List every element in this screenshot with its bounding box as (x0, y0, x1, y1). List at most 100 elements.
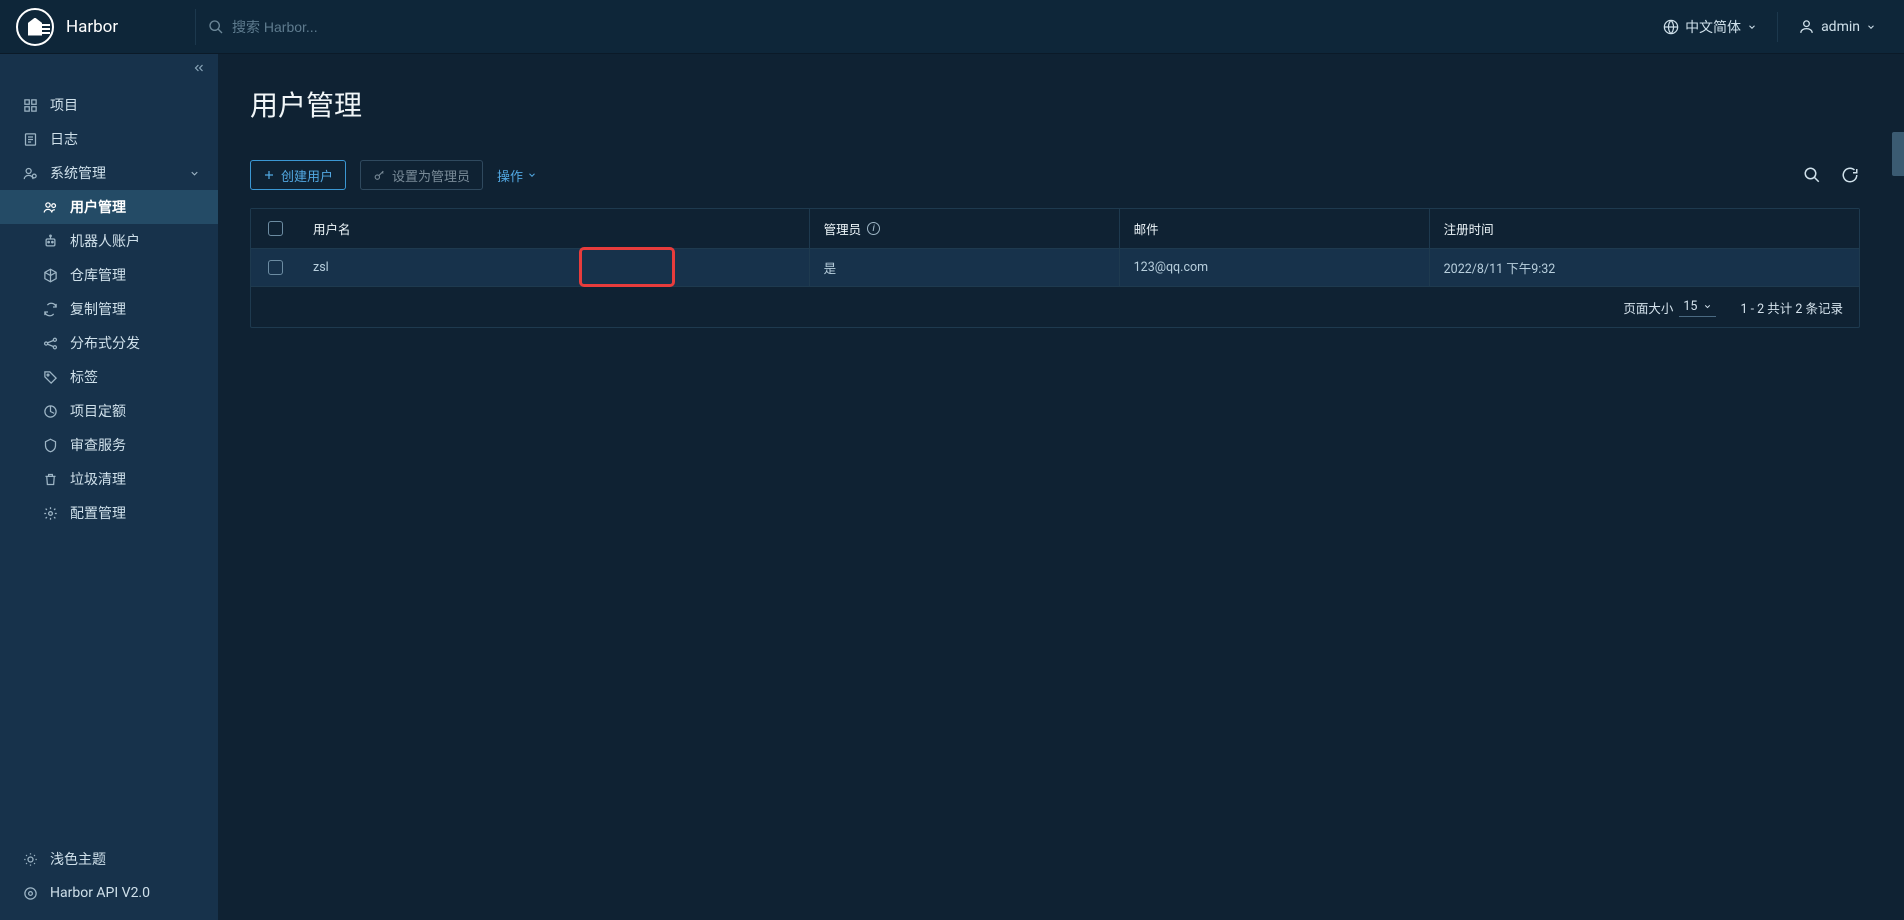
layout: 项目 日志 系统管理 用户管理 机器人账户 仓库管理 (0, 54, 1904, 920)
pagination-range: 1 - 2 共计 2 条记录 (1740, 298, 1843, 317)
labels-icon (42, 369, 58, 385)
config-icon (42, 505, 58, 521)
nav-label: 标签 (70, 367, 98, 387)
main-content: 用户管理 创建用户 设置为管理员 操作 (218, 54, 1904, 920)
column-regtime[interactable]: 注册时间 (1430, 209, 1859, 248)
harbor-logo-icon (16, 8, 54, 46)
nav-label: 复制管理 (70, 299, 126, 319)
button-label: 创建用户 (281, 166, 333, 185)
sidebar-nav: 项目 日志 系统管理 用户管理 机器人账户 仓库管理 (0, 82, 218, 842)
logs-icon (22, 131, 38, 147)
page-size-selector: 页面大小 15 (1623, 297, 1716, 317)
key-icon (373, 169, 386, 182)
robot-icon (42, 233, 58, 249)
divider (195, 9, 196, 45)
globe-icon (1663, 19, 1679, 35)
sidebar-item-admin[interactable]: 系统管理 (0, 156, 218, 190)
chevron-down-icon (1866, 22, 1876, 32)
user-label: admin (1821, 19, 1860, 35)
table-row[interactable]: zsl 是 123@qq.com 2022/8/11 下午9:32 (251, 249, 1859, 287)
user-menu[interactable]: admin (1786, 10, 1888, 43)
nav-label: 机器人账户 (70, 231, 140, 251)
quota-icon (42, 403, 58, 419)
chevron-down-icon (1747, 22, 1757, 32)
projects-icon (22, 97, 38, 113)
cell-admin: 是 (810, 249, 1120, 286)
sidebar-footer: 浅色主题 Harbor API V2.0 (0, 842, 218, 920)
sidebar-item-projects[interactable]: 项目 (0, 88, 218, 122)
nav-label: 分布式分发 (70, 333, 140, 353)
chevron-down-icon (189, 168, 200, 179)
cell-email: 123@qq.com (1120, 249, 1430, 286)
create-user-button[interactable]: 创建用户 (250, 160, 346, 190)
registry-icon (42, 267, 58, 283)
nav-label: 仓库管理 (70, 265, 126, 285)
cell-regtime: 2022/8/11 下午9:32 (1430, 249, 1859, 286)
page-size-value: 15 (1683, 299, 1697, 314)
admin-icon (22, 165, 38, 181)
nav-label: 项目定额 (70, 401, 126, 421)
sidebar-item-distribution[interactable]: 分布式分发 (0, 326, 218, 360)
sidebar: 项目 日志 系统管理 用户管理 机器人账户 仓库管理 (0, 54, 218, 920)
collapse-icon (192, 61, 206, 75)
sidebar-item-config[interactable]: 配置管理 (0, 496, 218, 530)
sidebar-item-theme[interactable]: 浅色主题 (0, 842, 218, 876)
language-selector[interactable]: 中文简体 (1651, 9, 1769, 45)
info-icon[interactable]: i (867, 222, 880, 235)
button-label: 设置为管理员 (392, 166, 470, 185)
table-footer: 页面大小 15 1 - 2 共计 2 条记录 (251, 287, 1859, 327)
select-all-cell (251, 209, 299, 248)
nav-label: 日志 (50, 129, 78, 149)
set-admin-button[interactable]: 设置为管理员 (360, 160, 483, 190)
sidebar-item-gc[interactable]: 垃圾清理 (0, 462, 218, 496)
theme-icon (22, 851, 38, 867)
sidebar-item-robot[interactable]: 机器人账户 (0, 224, 218, 258)
language-label: 中文简体 (1685, 17, 1741, 37)
gc-icon (42, 471, 58, 487)
row-checkbox[interactable] (268, 260, 283, 275)
nav-label: 系统管理 (50, 163, 106, 183)
nav-label: 配置管理 (70, 503, 126, 523)
page-title: 用户管理 (250, 84, 1860, 124)
search-container (208, 19, 1651, 35)
sidebar-item-scan[interactable]: 审查服务 (0, 428, 218, 462)
user-icon (1798, 18, 1815, 35)
users-icon (42, 199, 58, 215)
column-admin[interactable]: 管理员 i (810, 209, 1120, 248)
chevron-down-icon (1703, 302, 1712, 311)
table-search-button[interactable] (1802, 165, 1822, 185)
table-header: 用户名 管理员 i 邮件 注册时间 (251, 209, 1859, 249)
toolbar-right (1802, 165, 1860, 185)
side-tab[interactable] (1892, 132, 1904, 176)
sidebar-item-logs[interactable]: 日志 (0, 122, 218, 156)
nav-label: 用户管理 (70, 197, 126, 217)
sidebar-item-users[interactable]: 用户管理 (0, 190, 218, 224)
sidebar-item-quota[interactable]: 项目定额 (0, 394, 218, 428)
actions-label: 操作 (497, 166, 523, 185)
search-input[interactable] (232, 19, 532, 35)
column-username[interactable]: 用户名 (299, 209, 810, 248)
sidebar-item-registry[interactable]: 仓库管理 (0, 258, 218, 292)
select-all-checkbox[interactable] (268, 221, 283, 236)
sidebar-item-replication[interactable]: 复制管理 (0, 292, 218, 326)
sidebar-item-labels[interactable]: 标签 (0, 360, 218, 394)
api-icon (22, 885, 38, 901)
app-header: Harbor 中文简体 admin (0, 0, 1904, 54)
column-email[interactable]: 邮件 (1120, 209, 1430, 248)
nav-label: Harbor API V2.0 (50, 885, 150, 901)
actions-dropdown[interactable]: 操作 (497, 166, 537, 185)
refresh-button[interactable] (1840, 165, 1860, 185)
toolbar: 创建用户 设置为管理员 操作 (250, 160, 1860, 190)
nav-label: 项目 (50, 95, 78, 115)
replication-icon (42, 301, 58, 317)
divider (1777, 12, 1778, 42)
sidebar-item-api[interactable]: Harbor API V2.0 (0, 876, 218, 910)
brand-section[interactable]: Harbor (16, 8, 183, 46)
nav-label: 浅色主题 (50, 849, 106, 869)
users-table: 用户名 管理员 i 邮件 注册时间 zsl 是 123@qq.com 2022/… (250, 208, 1860, 328)
row-select-cell (251, 249, 299, 286)
sidebar-collapse-toggle[interactable] (0, 54, 218, 82)
scan-icon (42, 437, 58, 453)
page-size-dropdown[interactable]: 15 (1679, 297, 1716, 317)
header-right: 中文简体 admin (1651, 9, 1888, 45)
